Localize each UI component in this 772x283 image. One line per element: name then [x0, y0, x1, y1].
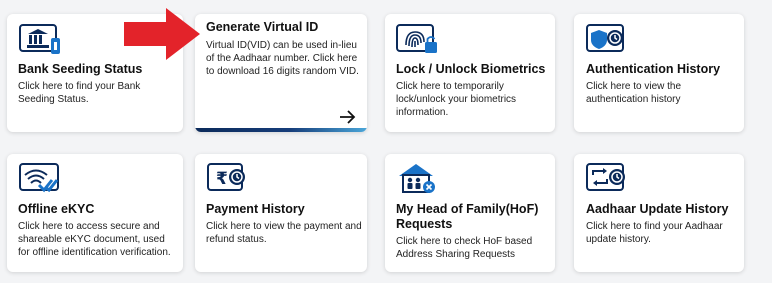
- card-title: My Head of Family(HoF) Requests: [396, 202, 539, 231]
- card-description: Click here to find your Aadhaar update h…: [586, 221, 723, 246]
- card-generate-virtual-id[interactable]: Generate Virtual ID Virtual ID(VID) can …: [195, 14, 367, 132]
- card-description: Click here to access secure and shareabl…: [18, 221, 171, 259]
- family-home-icon: [396, 162, 440, 194]
- fingerprint-lock-icon: [396, 24, 440, 56]
- card-description: Click here to view the authentication hi…: [586, 81, 682, 106]
- card-authentication-history[interactable]: Authentication History Click here to vie…: [574, 14, 744, 132]
- card-payment-history[interactable]: ₹ Payment History Click here to view the…: [195, 154, 367, 272]
- card-title: Payment History: [206, 202, 305, 216]
- card-description: Virtual ID(VID) can be used in-lieu of t…: [206, 40, 359, 78]
- card-description: Click here to check HoF based Address Sh…: [396, 236, 533, 261]
- card-description: Click here to temporarily lock/unlock yo…: [396, 81, 517, 119]
- wifi-check-icon: [19, 163, 63, 195]
- card-lock-unlock-biometrics[interactable]: Lock / Unlock Biometrics Click here to t…: [385, 14, 555, 132]
- update-history-icon: [586, 163, 630, 195]
- card-title: Generate Virtual ID: [206, 20, 319, 34]
- svg-text:₹: ₹: [216, 169, 228, 189]
- shield-history-icon: [586, 24, 630, 56]
- card-title: Aadhaar Update History: [586, 202, 729, 216]
- bank-icon: [19, 24, 63, 56]
- card-offline-ekyc[interactable]: Offline eKYC Click here to access secure…: [7, 154, 183, 272]
- card-title: Lock / Unlock Biometrics: [396, 62, 546, 76]
- active-card-indicator: [195, 128, 367, 132]
- card-title: Authentication History: [586, 62, 721, 76]
- card-description: Click here to find your Bank Seeding Sta…: [18, 81, 141, 106]
- card-head-of-family-requests[interactable]: My Head of Family(HoF) Requests Click he…: [385, 154, 555, 272]
- card-aadhaar-update-history[interactable]: Aadhaar Update History Click here to fin…: [574, 154, 744, 272]
- card-title: Bank Seeding Status: [18, 62, 143, 76]
- rupee-history-icon: ₹: [207, 163, 251, 195]
- red-pointer-arrow-icon: [120, 4, 202, 62]
- arrow-right-icon[interactable]: [339, 110, 357, 124]
- card-title: Offline eKYC: [18, 202, 95, 216]
- card-description: Click here to view the payment and refun…: [206, 221, 362, 246]
